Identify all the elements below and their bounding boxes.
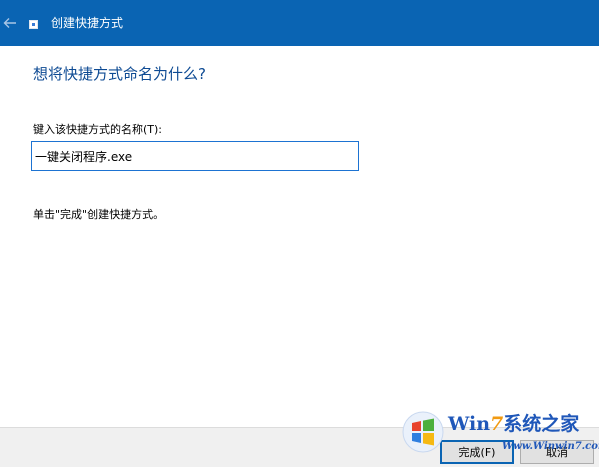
finish-button[interactable]: 完成(F) (440, 440, 514, 464)
shortcut-name-input[interactable] (31, 141, 359, 171)
finish-hint: 单击"完成"创建快捷方式。 (33, 208, 165, 221)
back-arrow-icon (3, 18, 16, 28)
title-bar: 创建快捷方式 (0, 0, 599, 46)
shortcut-name-label: 键入该快捷方式的名称(T): (33, 123, 163, 136)
shortcut-icon (29, 20, 38, 29)
page-heading: 想将快捷方式命名为什么? (33, 65, 206, 83)
window-title: 创建快捷方式 (51, 16, 124, 30)
cancel-button[interactable]: 取消 (520, 440, 594, 464)
back-button[interactable] (0, 12, 20, 34)
